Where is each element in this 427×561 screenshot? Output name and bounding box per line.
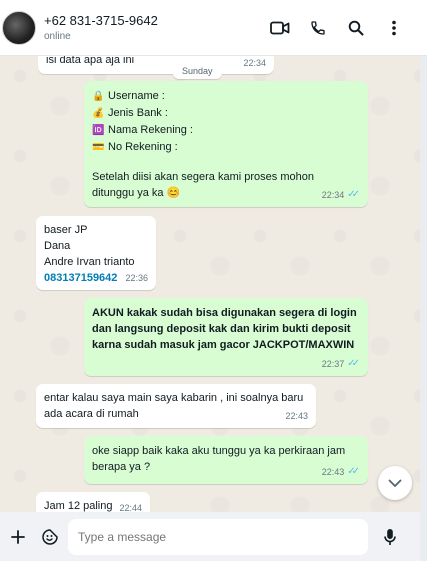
message-input[interactable]	[68, 518, 368, 555]
contact-name: +62 831-3715-9642	[44, 13, 158, 28]
message-text: entar kalau saya main saya kabarin , ini…	[44, 392, 304, 404]
message-text: oke siapp baik kaka aku tunggu ya ka per…	[92, 445, 346, 457]
message-time: 22:34	[321, 190, 345, 200]
emoji-button[interactable]	[34, 521, 66, 553]
message-text: ditunggu ya ka 😊	[92, 187, 181, 199]
search-icon[interactable]	[337, 9, 375, 47]
chevron-down-icon	[388, 479, 402, 487]
message-text: karna sudah masuk jam gacor JACKPOT/MAXW…	[92, 339, 355, 351]
read-receipt-icon: ✓✓	[347, 466, 360, 477]
message-text: isi data apa aja ini	[46, 56, 135, 66]
message-text: Dana	[44, 240, 71, 252]
message-text: Setelah diisi akan segera kami proses mo…	[92, 171, 314, 183]
form-line-bank: 💰 Jenis Bank :	[92, 105, 360, 122]
contact-info[interactable]: +62 831-3715-9642 online	[44, 13, 261, 42]
message-outgoing[interactable]: AKUN kakak sudah bisa digunakan segera d…	[84, 298, 368, 376]
window-edge	[420, 0, 427, 561]
message-composer	[0, 512, 420, 561]
attach-button[interactable]	[2, 521, 34, 553]
message-time: 22:34	[243, 58, 266, 68]
plus-icon	[11, 529, 25, 544]
message-text: AKUN kakak sudah bisa digunakan segera d…	[92, 307, 357, 319]
voice-call-icon[interactable]	[299, 9, 337, 47]
message-text: berapa ya ?	[92, 461, 151, 473]
message-time: 22:37	[321, 359, 345, 369]
message-incoming[interactable]: isi data apa aja ini 22:34	[38, 56, 274, 74]
message-text: dan langsung deposit kak dan kirim bukti…	[92, 323, 351, 335]
read-receipt-icon: ✓✓	[347, 189, 360, 200]
read-receipt-icon: ✓✓	[347, 358, 360, 369]
id-icon: 🆔	[92, 125, 105, 136]
date-chip: Sunday	[173, 63, 222, 79]
message-text: Andre Irvan trianto	[44, 256, 135, 268]
message-text: baser JP	[44, 224, 88, 236]
message-text: Jam 12 paling	[44, 500, 113, 512]
voice-message-button[interactable]	[374, 521, 406, 553]
message-time: 22:36	[125, 273, 148, 283]
form-line-account-number: 💳 No Rekening :	[92, 139, 360, 156]
money-bag-icon: 💰	[92, 108, 105, 119]
contact-status: online	[44, 31, 71, 42]
card-icon: 💳	[92, 142, 105, 153]
message-list[interactable]: isi data apa aja ini 22:34 Sunday 🔒 Usern…	[0, 56, 420, 516]
mic-icon	[384, 528, 396, 545]
message-time: 22:43	[321, 467, 345, 477]
emoji-icon	[42, 528, 58, 545]
form-line-username: 🔒 Username :	[92, 88, 360, 105]
header-actions	[261, 9, 413, 47]
message-outgoing[interactable]: 🔒 Username : 💰 Jenis Bank : 🆔 Nama Rekening…	[84, 81, 368, 207]
message-time: 22:43	[285, 411, 308, 421]
message-incoming[interactable]: baser JP Dana Andre Irvan trianto 083137…	[36, 216, 156, 290]
form-line-account-name: 🆔 Nama Rekening :	[92, 122, 360, 139]
lock-icon: 🔒	[92, 91, 105, 102]
message-outgoing[interactable]: oke siapp baik kaka aku tunggu ya ka per…	[84, 436, 368, 484]
avatar[interactable]	[2, 10, 36, 45]
scroll-to-bottom-button[interactable]	[378, 466, 412, 500]
menu-icon[interactable]	[375, 9, 413, 47]
chat-header: +62 831-3715-9642 online	[0, 0, 427, 56]
message-incoming[interactable]: entar kalau saya main saya kabarin , ini…	[36, 384, 316, 428]
video-call-icon[interactable]	[261, 9, 299, 47]
message-text: ada acara di rumah	[44, 408, 139, 420]
